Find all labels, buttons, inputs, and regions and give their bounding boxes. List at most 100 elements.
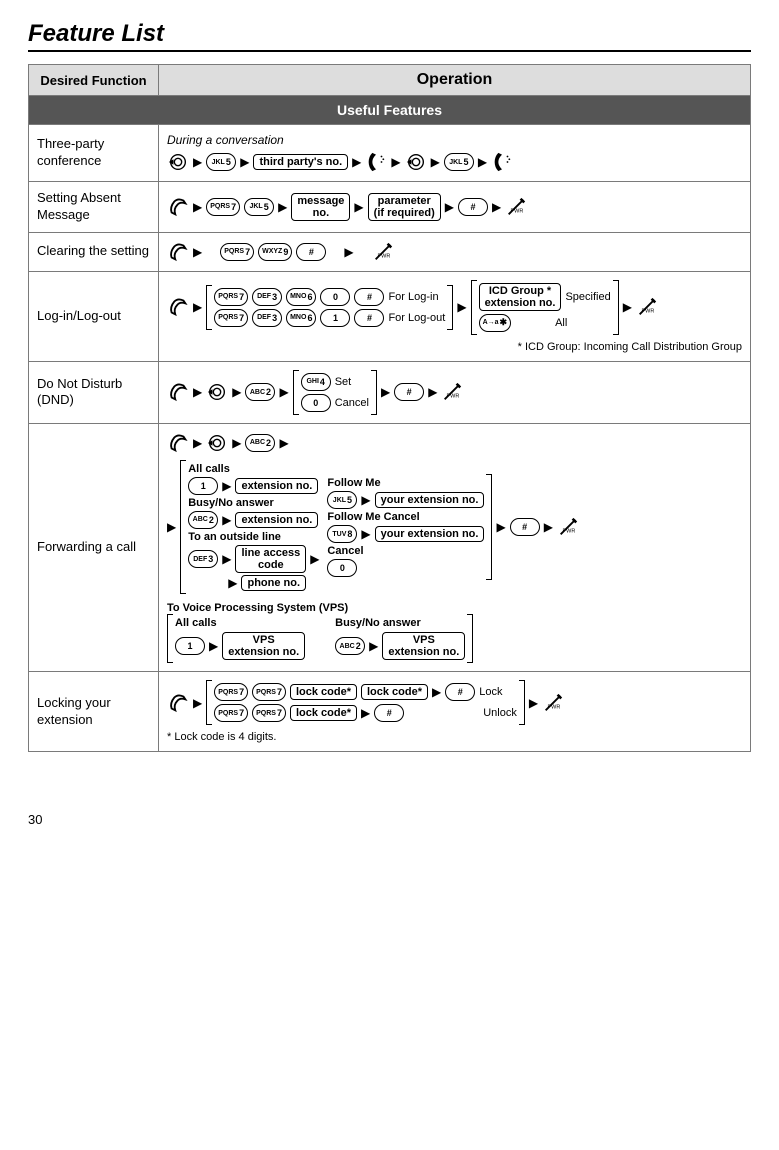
fn-dnd: Do Not Disturb (DND) <box>29 361 159 423</box>
offhook-icon <box>167 432 189 454</box>
key-hash: # <box>445 683 475 701</box>
row-loginout: Log-in/Log-out ▶ PQRS7 DEF3 MNO6 0 <box>29 271 751 361</box>
arrow-icon: ▶ <box>232 436 241 450</box>
btn-lock-code: lock code* <box>290 705 357 721</box>
btn-your-ext: your extension no. <box>375 526 485 542</box>
key-hash: # <box>394 383 424 401</box>
arrow-icon: ▶ <box>193 300 202 314</box>
navigator-icon <box>206 432 228 454</box>
navigator-icon <box>405 151 427 173</box>
label-to-outside: To an outside line <box>188 531 319 543</box>
arrow-icon: ▶ <box>352 155 361 169</box>
page-title: Feature List <box>28 20 751 52</box>
section-row: Useful Features <box>29 96 751 125</box>
key-8: TUV8 <box>327 525 357 543</box>
key-1: 1 <box>175 637 205 655</box>
op-clearing: ▶ PQRS7 WXYZ9 # ▶ PWR <box>159 232 751 271</box>
fn-loginout: Log-in/Log-out <box>29 271 159 361</box>
key-5: JKL5 <box>327 491 357 509</box>
arrow-icon: ▶ <box>428 385 437 399</box>
login-logout-bracket: PQRS7 DEF3 MNO6 0 # For Log-in PQRS7 DEF… <box>206 285 453 330</box>
btn-icd-group: ICD Group *extension no. <box>479 283 562 311</box>
key-9: WXYZ9 <box>258 243 292 261</box>
footnote-icd: * ICD Group: Incoming Call Distribution … <box>167 341 742 353</box>
label-follow-me-cancel: Follow Me Cancel <box>327 511 484 523</box>
label-all-calls: All calls <box>188 463 319 475</box>
key-2: ABC2 <box>245 434 275 452</box>
label-busy-no: Busy/No answer <box>335 617 465 629</box>
key-7: PQRS7 <box>220 243 254 261</box>
navigator-icon <box>206 381 228 403</box>
svg-text:PWR: PWR <box>641 309 654 315</box>
note-during-conversation: During a conversation <box>167 133 742 147</box>
header-row: Desired Function Operation <box>29 65 751 96</box>
talk-icon <box>365 151 387 173</box>
key-3: DEF3 <box>252 288 282 306</box>
row-three-party: Three-party conference During a conversa… <box>29 125 751 182</box>
pwr-icon: PWR <box>557 516 579 538</box>
arrow-icon: ▶ <box>623 300 632 314</box>
svg-text:PWR: PWR <box>511 208 524 214</box>
navigator-icon <box>167 151 189 173</box>
btn-vps-ext: VPSextension no. <box>382 632 465 660</box>
label-set: Set <box>335 376 352 388</box>
arrow-icon: ▶ <box>193 155 202 169</box>
key-3: DEF3 <box>252 309 282 327</box>
key-6: MNO6 <box>286 309 316 327</box>
key-2: ABC2 <box>188 511 218 529</box>
key-4: GHI4 <box>301 373 331 391</box>
svg-text:PWR: PWR <box>562 529 575 535</box>
key-7: PQRS7 <box>252 683 286 701</box>
row-fwd: Forwarding a call ▶ ▶ ABC2 ▶ ▶ All calls <box>29 423 751 671</box>
fn-lock: Locking your extension <box>29 672 159 752</box>
key-0: 0 <box>301 394 331 412</box>
arrow-icon: ▶ <box>193 436 202 450</box>
arrow-icon: ▶ <box>279 385 288 399</box>
btn-lock-code: lock code* <box>361 684 428 700</box>
label-follow-me: Follow Me <box>327 477 484 489</box>
pwr-icon: PWR <box>636 296 658 318</box>
btn-ext-no: extension no. <box>235 512 318 528</box>
pwr-icon: PWR <box>542 692 564 714</box>
key-3: DEF3 <box>188 550 218 568</box>
fn-absent: Setting Absent Message <box>29 182 159 233</box>
key-6: MNO6 <box>286 288 316 306</box>
key-hash: # <box>354 309 384 327</box>
label-cancel: Cancel <box>327 545 484 557</box>
page-number: 30 <box>28 812 751 827</box>
op-lock: ▶ PQRS7 PQRS7 lock code* lock code* ▶ # <box>159 672 751 752</box>
btn-ext-no: extension no. <box>235 478 318 494</box>
key-hash: # <box>296 243 326 261</box>
arrow-icon: ▶ <box>354 200 363 214</box>
offhook-icon <box>167 692 189 714</box>
label-busy-no: Busy/No answer <box>188 497 319 509</box>
op-fwd: ▶ ▶ ABC2 ▶ ▶ All calls 1▶extension no. B… <box>159 423 751 671</box>
arrow-icon: ▶ <box>445 200 454 214</box>
col-desired-function: Desired Function <box>29 65 159 96</box>
label-all-calls: All calls <box>175 617 305 629</box>
key-7: PQRS7 <box>214 288 248 306</box>
key-5: JKL5 <box>206 153 236 171</box>
arrow-icon: ▶ <box>391 155 400 169</box>
offhook-icon <box>167 241 189 263</box>
key-hash: # <box>510 518 540 536</box>
lock-bracket: PQRS7 PQRS7 lock code* lock code* ▶ # Lo… <box>206 680 525 725</box>
arrow-icon: ▶ <box>193 200 202 214</box>
talk-icon <box>491 151 513 173</box>
footnote-lockcode: * Lock code is 4 digits. <box>167 731 742 743</box>
label-unlock: Unlock <box>483 707 517 719</box>
row-absent: Setting Absent Message ▶ PQRS7 JKL5 ▶ me… <box>29 182 751 233</box>
op-dnd: ▶ ▶ ABC2 ▶ GHI4Set 0Cancel ▶ # <box>159 361 751 423</box>
btn-your-ext: your extension no. <box>375 492 485 508</box>
key-7: PQRS7 <box>214 683 248 701</box>
key-7: PQRS7 <box>252 704 286 722</box>
fwd-right-bracket: Follow Me JKL5▶your extension no. Follow… <box>325 474 492 580</box>
label-for-logout: For Log-out <box>388 312 445 324</box>
page: Feature List Desired Function Operation … <box>0 0 779 847</box>
arrow-icon: ▶ <box>232 385 241 399</box>
arrow-icon: ▶ <box>279 436 288 450</box>
label-lock: Lock <box>479 686 502 698</box>
arrow-icon: ▶ <box>193 696 202 710</box>
key-5: JKL5 <box>244 198 274 216</box>
col-operation: Operation <box>159 65 751 96</box>
